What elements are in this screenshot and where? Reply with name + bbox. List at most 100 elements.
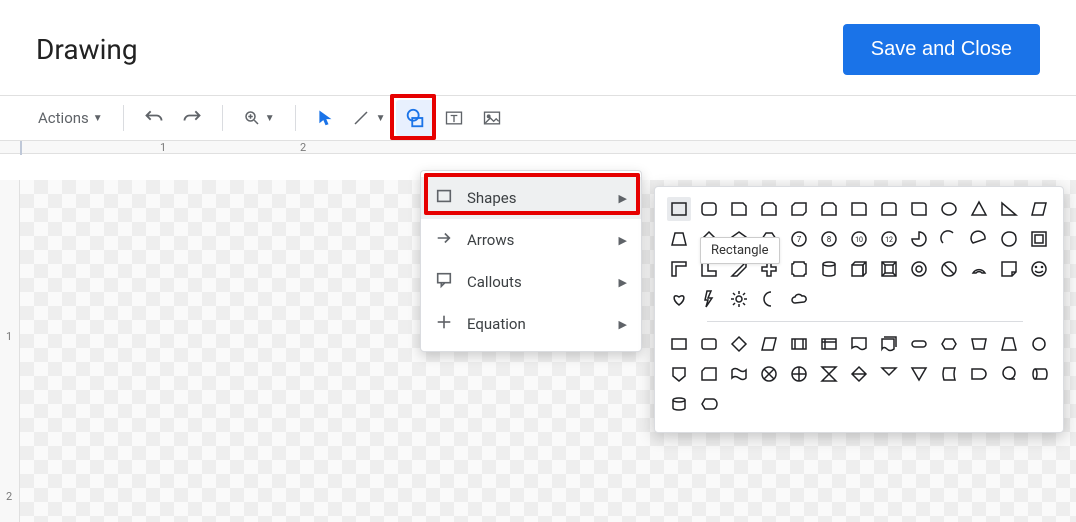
shape-flowchart-multidoc[interactable] (877, 332, 901, 356)
line-tool-button[interactable]: ▼ (344, 100, 394, 136)
menu-item-equation[interactable]: Equation ▶ (421, 303, 641, 345)
toolbar-separator (123, 105, 124, 131)
shape-flowchart-connector[interactable] (1027, 332, 1051, 356)
shape-tooltip: Rectangle (700, 237, 780, 264)
shape-pie[interactable] (907, 227, 931, 251)
shape-decagon[interactable]: 10 (847, 227, 871, 251)
shape-flowchart-stored-data[interactable] (937, 362, 961, 386)
shape-plaque[interactable] (787, 257, 811, 281)
shape-dodecagon[interactable]: 12 (877, 227, 901, 251)
shape-half-frame[interactable] (667, 257, 691, 281)
shape-flowchart-offpage[interactable] (667, 362, 691, 386)
shape-teardrop[interactable] (997, 227, 1021, 251)
chevron-down-icon: ▼ (93, 113, 103, 124)
menu-item-label: Callouts (467, 273, 522, 291)
shape-snip-diagonal[interactable] (787, 197, 811, 221)
shape-flowchart-terminator[interactable] (907, 332, 931, 356)
shape-right-triangle[interactable] (997, 197, 1021, 221)
menu-item-label: Equation (467, 315, 526, 333)
shape-round-diagonal[interactable] (907, 197, 931, 221)
shape-flowchart-decision[interactable] (727, 332, 751, 356)
actions-menu-button[interactable]: Actions ▼ (30, 100, 111, 136)
shape-folded-corner[interactable] (997, 257, 1021, 281)
shape-flowchart-process[interactable] (667, 332, 691, 356)
shape-heptagon[interactable]: 7 (787, 227, 811, 251)
ruler-guide (20, 141, 22, 155)
shape-block-arc[interactable] (967, 257, 991, 281)
titlebar: Drawing Save and Close (0, 0, 1076, 95)
shape-sun[interactable] (727, 287, 751, 311)
shape-smiley[interactable] (1027, 257, 1051, 281)
equation-icon (435, 313, 453, 335)
menu-item-shapes[interactable]: Shapes ▶ (421, 177, 641, 219)
shape-can[interactable] (817, 257, 841, 281)
shape-flowchart-direct-access[interactable] (667, 392, 691, 416)
ruler-vertical: 1 2 (0, 180, 20, 522)
image-tool-button[interactable] (474, 100, 510, 136)
shape-triangle[interactable] (967, 197, 991, 221)
actions-label: Actions (38, 109, 89, 127)
shape-flowchart-extract[interactable] (877, 362, 901, 386)
shape-no-symbol[interactable] (937, 257, 961, 281)
shape-flowchart-delay[interactable] (967, 362, 991, 386)
shape-flowchart-display[interactable] (697, 392, 721, 416)
shape-trapezoid[interactable] (667, 227, 691, 251)
shape-flowchart-collate[interactable] (817, 362, 841, 386)
shape-flowchart-preparation[interactable] (937, 332, 961, 356)
shape-flowchart-sequential[interactable] (997, 362, 1021, 386)
shape-flowchart-card[interactable] (697, 362, 721, 386)
shape-chord[interactable] (967, 227, 991, 251)
shape-flowchart-summing[interactable] (757, 362, 781, 386)
shape-donut[interactable] (907, 257, 931, 281)
shape-flowchart-or[interactable] (787, 362, 811, 386)
chevron-down-icon: ▼ (376, 113, 386, 124)
shape-parallelogram[interactable] (1027, 197, 1051, 221)
shape-flowchart-manual-op[interactable] (997, 332, 1021, 356)
save-and-close-button[interactable]: Save and Close (843, 24, 1040, 75)
shape-cube[interactable] (847, 257, 871, 281)
redo-button[interactable] (174, 100, 210, 136)
shapes-gallery-panel: 78 10 12 (654, 186, 1064, 433)
arrow-icon (435, 229, 453, 251)
shape-moon[interactable] (757, 287, 781, 311)
shape-frame[interactable] (1027, 227, 1051, 251)
menu-item-arrows[interactable]: Arrows ▶ (421, 219, 641, 261)
zoom-button[interactable]: ▼ (235, 100, 283, 136)
shape-bevel[interactable] (877, 257, 901, 281)
shape-flowchart-sort[interactable] (847, 362, 871, 386)
shape-flowchart-internal-storage[interactable] (817, 332, 841, 356)
shape-round-same-side[interactable] (877, 197, 901, 221)
svg-text:10: 10 (855, 236, 863, 244)
shape-flowchart-data[interactable] (757, 332, 781, 356)
shape-octagon[interactable]: 8 (817, 227, 841, 251)
shape-flowchart-magnetic-disk[interactable] (1027, 362, 1051, 386)
shape-heart[interactable] (667, 287, 691, 311)
shape-tool-button[interactable] (396, 100, 434, 136)
undo-button[interactable] (136, 100, 172, 136)
callout-icon (435, 271, 453, 293)
textbox-tool-button[interactable] (436, 100, 472, 136)
shape-snip-round-single[interactable] (817, 197, 841, 221)
toolbar-separator (222, 105, 223, 131)
shape-snip-same-side[interactable] (757, 197, 781, 221)
shape-flowchart-manual-input[interactable] (967, 332, 991, 356)
shape-snip-single-corner[interactable] (727, 197, 751, 221)
shape-rounded-rectangle[interactable] (697, 197, 721, 221)
shapes-gallery-group-2 (667, 332, 1053, 416)
shape-flowchart-merge[interactable] (907, 362, 931, 386)
shape-cloud[interactable] (787, 287, 811, 311)
shape-flowchart-tape[interactable] (727, 362, 751, 386)
menu-item-label: Shapes (467, 189, 516, 207)
menu-item-callouts[interactable]: Callouts ▶ (421, 261, 641, 303)
shape-flowchart-predefined[interactable] (787, 332, 811, 356)
shape-arc[interactable] (937, 227, 961, 251)
gallery-separator (707, 321, 1023, 322)
select-tool-button[interactable] (308, 100, 342, 136)
shape-rectangle[interactable] (667, 197, 691, 221)
shape-lightning-bolt[interactable] (697, 287, 721, 311)
toolbar-separator (295, 105, 296, 131)
shape-round-single-corner[interactable] (847, 197, 871, 221)
shape-flowchart-alternate[interactable] (697, 332, 721, 356)
shape-flowchart-document[interactable] (847, 332, 871, 356)
shape-oval[interactable] (937, 197, 961, 221)
